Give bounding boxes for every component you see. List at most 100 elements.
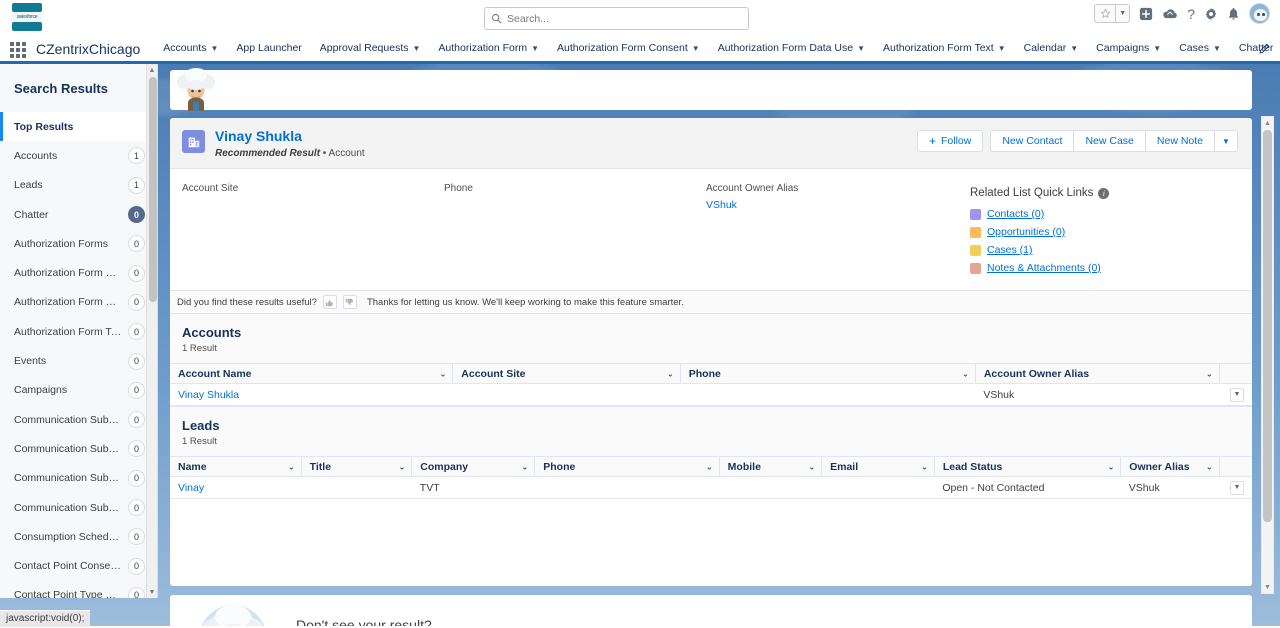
- chevron-down-icon[interactable]: ⌄: [1108, 462, 1115, 471]
- column-header-account-name[interactable]: Account Name ⌄: [170, 363, 454, 384]
- new-note-button[interactable]: New Note: [1144, 130, 1214, 152]
- sidebar-item-campaigns[interactable]: Campaigns 0: [0, 376, 157, 405]
- quick-link-label[interactable]: Opportunities (0): [987, 226, 1065, 238]
- global-search-container[interactable]: [484, 7, 749, 30]
- more-actions-button[interactable]: ▼: [1214, 130, 1238, 152]
- sidebar-item-consumption-schedules[interactable]: Consumption Schedules 0: [0, 522, 157, 551]
- global-search-box[interactable]: [484, 7, 749, 30]
- cloud-home-icon[interactable]: [1162, 7, 1178, 21]
- chevron-down-icon[interactable]: ⌄: [399, 462, 406, 471]
- chevron-down-icon[interactable]: ⌄: [962, 369, 969, 378]
- nav-item-cases[interactable]: Cases ▼: [1170, 36, 1230, 61]
- column-header-title[interactable]: Title ⌄: [301, 456, 413, 477]
- chevron-down-icon[interactable]: ▼: [998, 36, 1006, 61]
- new-contact-button[interactable]: New Contact: [990, 130, 1074, 152]
- cell-lead-name[interactable]: Vinay: [170, 476, 302, 499]
- column-header-phone[interactable]: Phone ⌄: [680, 363, 976, 384]
- sidebar-item-leads[interactable]: Leads 1: [0, 171, 157, 200]
- quick-link-label[interactable]: Contacts (0): [987, 208, 1044, 220]
- quick-link-label[interactable]: Notes & Attachments (0): [987, 262, 1101, 274]
- chevron-down-icon[interactable]: ⌄: [921, 462, 928, 471]
- thumbs-down-icon[interactable]: [342, 295, 357, 309]
- sidebar-item-chatter[interactable]: Chatter 0: [0, 200, 157, 229]
- sidebar-item-authorization-form-data-use[interactable]: Authorization Form Dat... 0: [0, 288, 157, 317]
- nav-item-authorization-form-text[interactable]: Authorization Form Text ▼: [874, 36, 1015, 61]
- column-header-lead-status[interactable]: Lead Status ⌄: [934, 456, 1122, 477]
- nav-item-app-launcher[interactable]: App Launcher: [227, 36, 310, 61]
- column-header-company[interactable]: Company ⌄: [411, 456, 536, 477]
- sidebar-scrollbar-thumb[interactable]: [148, 77, 157, 302]
- favorites-dropdown-icon[interactable]: ▼: [1115, 4, 1131, 23]
- quick-link-notes-attachments[interactable]: Notes & Attachments (0): [970, 262, 1238, 274]
- cell-account-name[interactable]: Vinay Shukla: [170, 383, 453, 406]
- new-case-button[interactable]: New Case: [1073, 130, 1145, 152]
- row-actions-menu-icon[interactable]: ▼: [1230, 387, 1244, 402]
- record-title-link[interactable]: Vinay Shukla: [215, 128, 917, 145]
- user-avatar[interactable]: [1249, 3, 1270, 24]
- column-header-account-site[interactable]: Account Site ⌄: [452, 363, 681, 384]
- nav-item-authorization-form-data-use[interactable]: Authorization Form Data Use ▼: [709, 36, 874, 61]
- sidebar-scrollbar[interactable]: ▲ ▼: [146, 64, 157, 598]
- nav-item-approval-requests[interactable]: Approval Requests ▼: [311, 36, 430, 61]
- sidebar-item-top-results[interactable]: Top Results: [0, 112, 157, 142]
- scroll-down-arrow-icon[interactable]: ▼: [1262, 581, 1273, 593]
- add-icon[interactable]: [1139, 7, 1153, 21]
- chevron-down-icon[interactable]: ▼: [413, 36, 421, 61]
- sidebar-item-accounts[interactable]: Accounts 1: [0, 141, 157, 170]
- chevron-down-icon[interactable]: ▼: [692, 36, 700, 61]
- sidebar-item-communication-subscription-4[interactable]: Communication Subscri... 0: [0, 493, 157, 522]
- column-header-name[interactable]: Name ⌄: [170, 456, 302, 477]
- chevron-down-icon[interactable]: ▼: [857, 36, 865, 61]
- chevron-down-icon[interactable]: ▼: [1213, 36, 1221, 61]
- field-value[interactable]: VShuk: [706, 199, 968, 211]
- nav-item-accounts[interactable]: Accounts ▼: [154, 36, 227, 61]
- column-header-mobile[interactable]: Mobile ⌄: [719, 456, 823, 477]
- chevron-down-icon[interactable]: ▼: [1153, 36, 1161, 61]
- column-header-phone[interactable]: Phone ⌄: [534, 456, 720, 477]
- nav-item-chatter[interactable]: Chatter: [1230, 36, 1280, 61]
- scroll-down-arrow-icon[interactable]: ▼: [147, 586, 157, 598]
- sidebar-item-authorization-forms[interactable]: Authorization Forms 0: [0, 229, 157, 258]
- main-scrollbar-thumb[interactable]: [1263, 130, 1272, 522]
- favorites-star-icon[interactable]: [1094, 4, 1116, 23]
- thumbs-up-icon[interactable]: [322, 295, 337, 309]
- search-input[interactable]: [507, 12, 727, 25]
- sidebar-item-contact-point-consents[interactable]: Contact Point Consents 0: [0, 551, 157, 580]
- quick-link-opportunities[interactable]: Opportunities (0): [970, 226, 1238, 238]
- setup-gear-icon[interactable]: [1204, 7, 1218, 21]
- sidebar-item-authorization-form-texts[interactable]: Authorization Form Texts 0: [0, 317, 157, 346]
- sidebar-item-authorization-form-consents[interactable]: Authorization Form Con... 0: [0, 258, 157, 287]
- chevron-down-icon[interactable]: ⌄: [808, 462, 815, 471]
- sidebar-item-communication-subscription-3[interactable]: Communication Subscri... 0: [0, 464, 157, 493]
- favorites-group[interactable]: ▼: [1094, 4, 1131, 23]
- chevron-down-icon[interactable]: ▼: [210, 36, 218, 61]
- chevron-down-icon[interactable]: ▼: [531, 36, 539, 61]
- chevron-down-icon[interactable]: ⌄: [706, 462, 713, 471]
- chevron-down-icon[interactable]: ⌄: [522, 462, 529, 471]
- nav-item-authorization-form-consent[interactable]: Authorization Form Consent ▼: [548, 36, 709, 61]
- scroll-up-arrow-icon[interactable]: ▲: [147, 64, 157, 76]
- nav-item-calendar[interactable]: Calendar ▼: [1015, 36, 1088, 61]
- table-row[interactable]: Vinay Shukla VShuk ▼: [170, 383, 1252, 406]
- sidebar-item-communication-subscription-1[interactable]: Communication Subscri... 0: [0, 405, 157, 434]
- scroll-up-arrow-icon[interactable]: ▲: [1262, 117, 1273, 129]
- column-header-account-owner-alias[interactable]: Account Owner Alias ⌄: [975, 363, 1220, 384]
- nav-item-authorization-form[interactable]: Authorization Form ▼: [429, 36, 548, 61]
- sidebar-item-communication-subscription-2[interactable]: Communication Subscri... 0: [0, 434, 157, 463]
- chevron-down-icon[interactable]: ⌄: [1206, 462, 1213, 471]
- chevron-down-icon[interactable]: ⌄: [288, 462, 295, 471]
- nav-item-campaigns[interactable]: Campaigns ▼: [1087, 36, 1170, 61]
- chevron-down-icon[interactable]: ⌄: [667, 369, 674, 378]
- help-icon[interactable]: ?: [1187, 6, 1195, 22]
- chevron-down-icon[interactable]: ⌄: [1206, 369, 1213, 378]
- current-app-name[interactable]: CZentrixChicago: [36, 41, 140, 57]
- notifications-bell-icon[interactable]: [1227, 7, 1240, 21]
- column-header-email[interactable]: Email ⌄: [821, 456, 935, 477]
- chevron-down-icon[interactable]: ⌄: [440, 369, 447, 378]
- follow-button[interactable]: + Follow: [916, 130, 984, 152]
- quick-link-label[interactable]: Cases (1): [987, 244, 1033, 256]
- quick-link-contacts[interactable]: Contacts (0): [970, 208, 1238, 220]
- main-scrollbar[interactable]: ▲ ▼: [1261, 116, 1274, 594]
- sidebar-item-contact-point-type-consents[interactable]: Contact Point Type Con... 0: [0, 581, 157, 598]
- column-header-owner-alias[interactable]: Owner Alias ⌄: [1120, 456, 1220, 477]
